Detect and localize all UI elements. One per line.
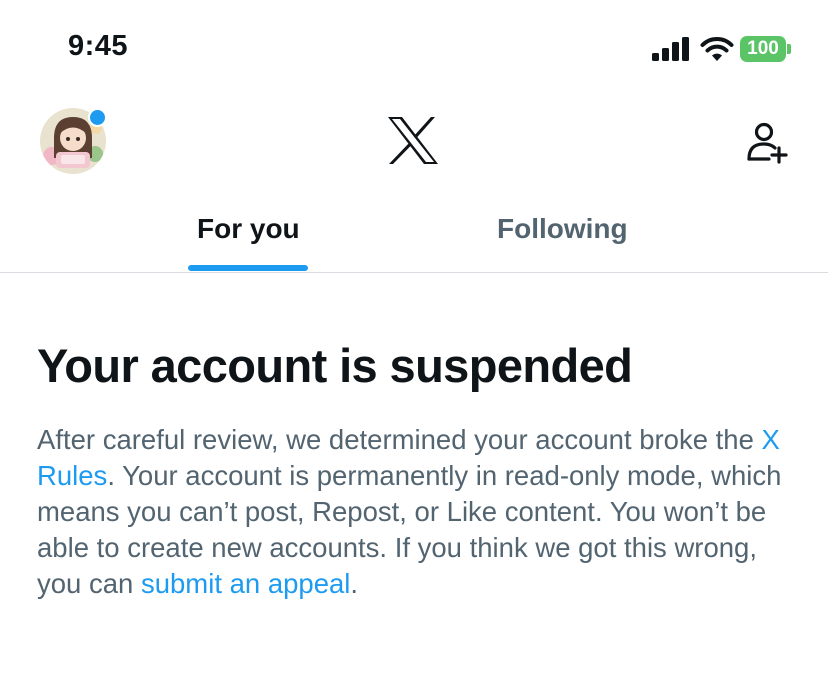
tab-for-you-label: For you — [197, 213, 300, 244]
status-time: 9:45 — [68, 30, 129, 62]
message-text-1: After careful review, we determined your… — [37, 424, 762, 455]
battery-cap — [787, 44, 791, 54]
tab-for-you[interactable]: For you — [150, 196, 344, 272]
tab-following-label: Following — [497, 213, 628, 244]
suspension-title: Your account is suspended — [37, 339, 633, 392]
suspension-message: After careful review, we determined your… — [37, 422, 797, 602]
active-tab-indicator — [188, 265, 308, 271]
add-user-icon[interactable] — [745, 120, 789, 164]
wifi-icon — [700, 37, 734, 61]
x-logo — [388, 117, 438, 164]
tab-following[interactable]: Following — [460, 196, 670, 272]
notification-dot — [88, 108, 107, 127]
battery-level: 100 — [740, 36, 786, 62]
message-text-3: . — [350, 568, 359, 599]
timeline-tabs: For you Following — [0, 196, 828, 273]
battery-icon: 100 — [740, 36, 792, 62]
cellular-signal-icon — [652, 37, 689, 61]
submit-appeal-link[interactable]: submit an appeal — [141, 568, 350, 599]
status-bar: 9:45 100 — [0, 0, 828, 100]
